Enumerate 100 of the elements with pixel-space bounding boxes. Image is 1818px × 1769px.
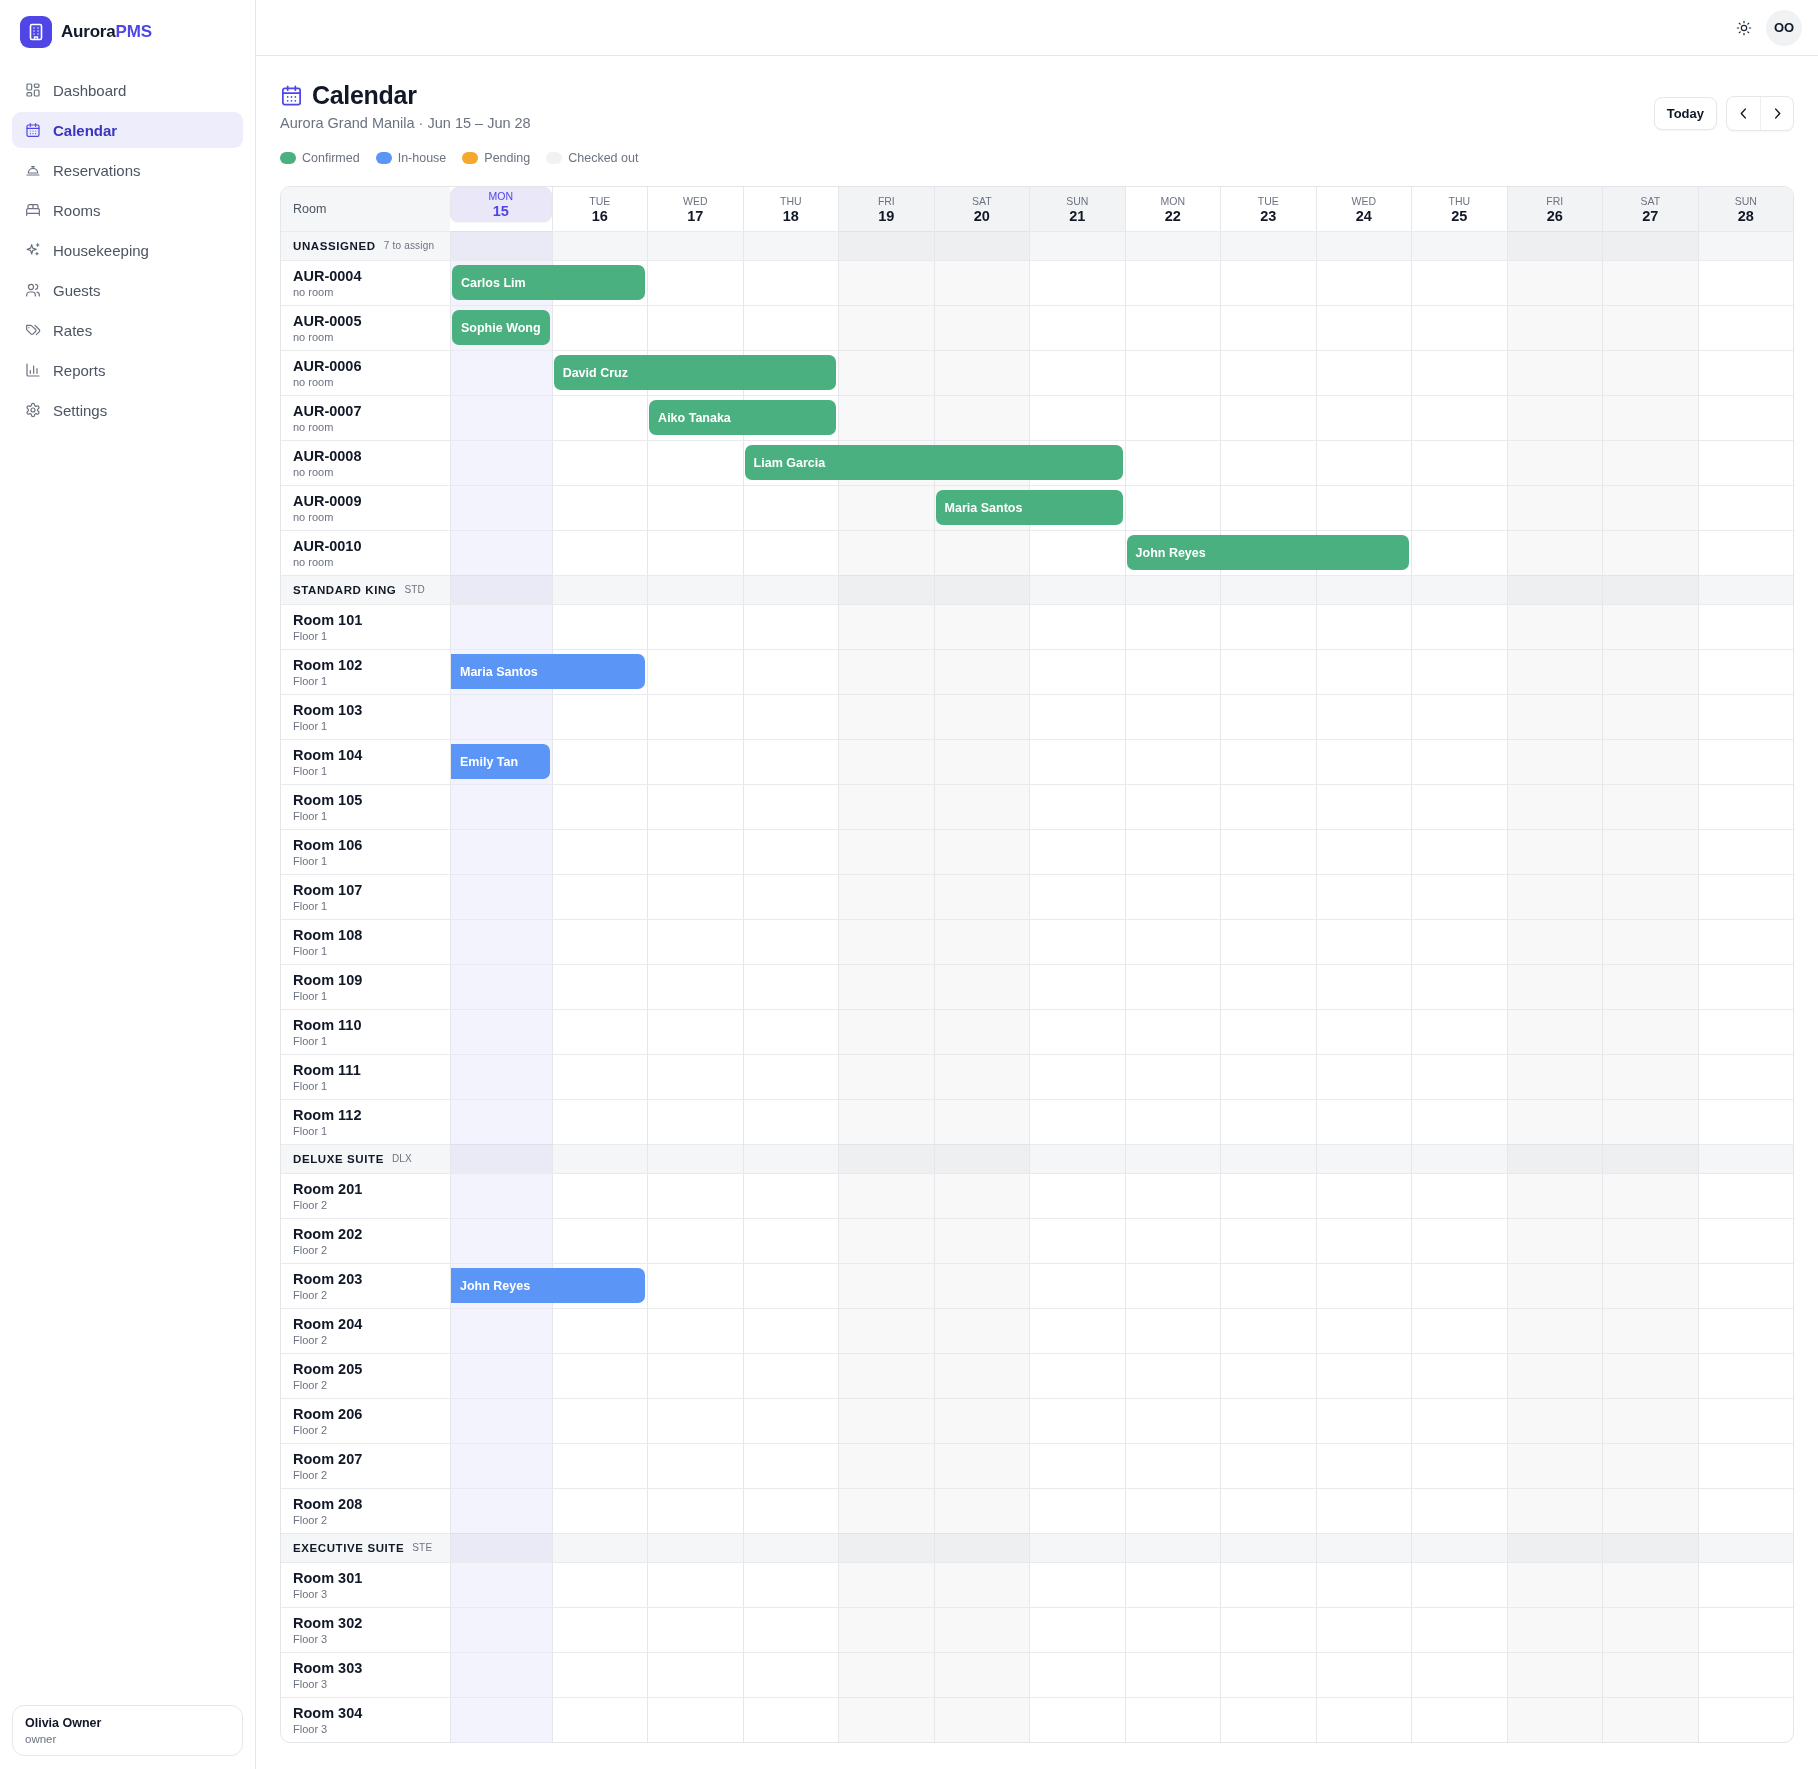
room-name: Room 108 <box>293 927 364 943</box>
group-tag: 7 to assign <box>383 240 435 251</box>
group-tag: STE <box>412 1542 433 1553</box>
legend-label: Checked out <box>568 151 639 165</box>
tags-icon <box>25 322 41 338</box>
room-name: Room 203 <box>293 1271 364 1287</box>
room-detail: Floor 2 <box>293 1469 329 1481</box>
legend-label: In-house <box>397 151 447 165</box>
room-name: Room 102 <box>293 657 364 673</box>
page-title: Calendar <box>312 80 417 110</box>
room-detail: Floor 1 <box>293 1080 329 1092</box>
room-detail: Floor 2 <box>293 1424 329 1436</box>
group-tag: STD <box>404 584 426 595</box>
room-name: AUR-0006 <box>293 358 363 374</box>
brand-name: AuroraPMS <box>61 22 152 42</box>
room-name: AUR-0009 <box>293 493 363 509</box>
room-name: Room 109 <box>293 972 364 988</box>
room-name: Room 202 <box>293 1226 364 1242</box>
date-label: 20 <box>973 207 990 224</box>
room-detail: Floor 2 <box>293 1334 329 1346</box>
date-label: 23 <box>1260 207 1277 224</box>
dashboard-grid-icon <box>25 82 41 98</box>
settings-icon <box>25 402 41 418</box>
room-name: Room 103 <box>293 702 364 718</box>
room-name: Room 101 <box>293 612 364 628</box>
nav-item[interactable]: Reservations <box>12 152 243 188</box>
nav-item[interactable]: Settings <box>12 392 243 428</box>
calendar-icon <box>25 122 41 138</box>
room-name: Room 111 <box>293 1062 362 1078</box>
room-name: AUR-0005 <box>293 313 363 329</box>
room-detail: Floor 1 <box>293 855 329 867</box>
date-label: 19 <box>878 207 895 224</box>
nav-item[interactable]: Reports <box>12 352 243 388</box>
group-name: STANDARD KING <box>293 583 397 596</box>
weekday-label: TUE <box>589 194 611 207</box>
chevron-left-icon <box>1740 108 1747 119</box>
bed-icon <box>25 202 41 218</box>
room-detail: Floor 1 <box>293 630 329 642</box>
room-detail: Floor 3 <box>293 1588 329 1600</box>
chevron-right-icon <box>1773 108 1781 119</box>
weekday-label: FRI <box>877 194 895 207</box>
nav-item[interactable]: Dashboard <box>12 72 243 108</box>
weekday-label: SAT <box>1640 194 1661 207</box>
room-detail: Floor 2 <box>293 1289 329 1301</box>
room-name: AUR-0010 <box>293 538 363 554</box>
room-name: Room 205 <box>293 1361 364 1377</box>
nav-item[interactable]: Guests <box>12 272 243 308</box>
nav-item[interactable]: Rooms <box>12 192 243 228</box>
building-icon <box>20 16 52 48</box>
group-name: UNASSIGNED <box>293 239 376 252</box>
users-icon <box>25 282 41 298</box>
room-detail: no room <box>293 376 335 388</box>
room-detail: Floor 1 <box>293 990 329 1002</box>
weekday-label: SAT <box>972 194 992 207</box>
today-button[interactable]: Today <box>1653 97 1717 130</box>
room-detail: no room <box>293 466 335 478</box>
room-name: AUR-0007 <box>293 403 363 419</box>
weekday-label: WED <box>683 194 708 207</box>
room-detail: no room <box>293 511 335 523</box>
weekday-label: SUN <box>1066 194 1089 207</box>
room-name: Room 207 <box>293 1451 364 1467</box>
legend-label: Confirmed <box>302 151 360 165</box>
weekday-label: THU <box>1448 194 1471 207</box>
nav-item[interactable]: Housekeeping <box>12 232 243 268</box>
weekday-label: WED <box>1351 194 1377 207</box>
room-name: Room 303 <box>293 1660 364 1676</box>
date-label: 15 <box>492 203 509 219</box>
room-name: Room 106 <box>293 837 364 853</box>
nav-item[interactable]: Rates <box>12 312 243 348</box>
column-header: Room <box>281 187 450 231</box>
room-name: Room 304 <box>293 1705 364 1721</box>
room-detail: Floor 1 <box>293 1125 329 1137</box>
weekday-label: SUN <box>1734 194 1757 207</box>
room-detail: Floor 1 <box>293 945 329 957</box>
weekday-label: MON <box>488 190 514 202</box>
date-label: 17 <box>687 207 704 224</box>
date-label: 22 <box>1164 207 1181 224</box>
room-name: Room 201 <box>293 1181 364 1197</box>
room-name: Room 110 <box>293 1017 363 1033</box>
room-name: AUR-0004 <box>293 268 363 284</box>
date-label: 21 <box>1069 207 1086 224</box>
room-name: Room 301 <box>293 1570 364 1586</box>
date-label: 26 <box>1546 207 1563 224</box>
room-name: Room 105 <box>293 792 364 808</box>
room-detail: no room <box>293 556 335 568</box>
calendar-icon <box>280 83 303 107</box>
date-label: 25 <box>1451 207 1468 224</box>
user-card[interactable]: Olivia Owner owner <box>12 1705 243 1756</box>
room-detail: Floor 1 <box>293 765 329 777</box>
room-detail: Floor 1 <box>293 1035 329 1047</box>
date-label: 27 <box>1642 207 1659 224</box>
group-tag: DLX <box>391 1153 412 1164</box>
nav-item[interactable]: Calendar <box>12 112 243 148</box>
room-detail: Floor 2 <box>293 1514 329 1526</box>
bar-chart-icon <box>25 362 41 378</box>
weekday-label: MON <box>1160 194 1186 207</box>
room-detail: Floor 1 <box>293 900 329 912</box>
weekday-label: THU <box>780 194 802 207</box>
room-detail: Floor 2 <box>293 1244 329 1256</box>
user-avatar[interactable]: OO <box>1766 9 1802 46</box>
